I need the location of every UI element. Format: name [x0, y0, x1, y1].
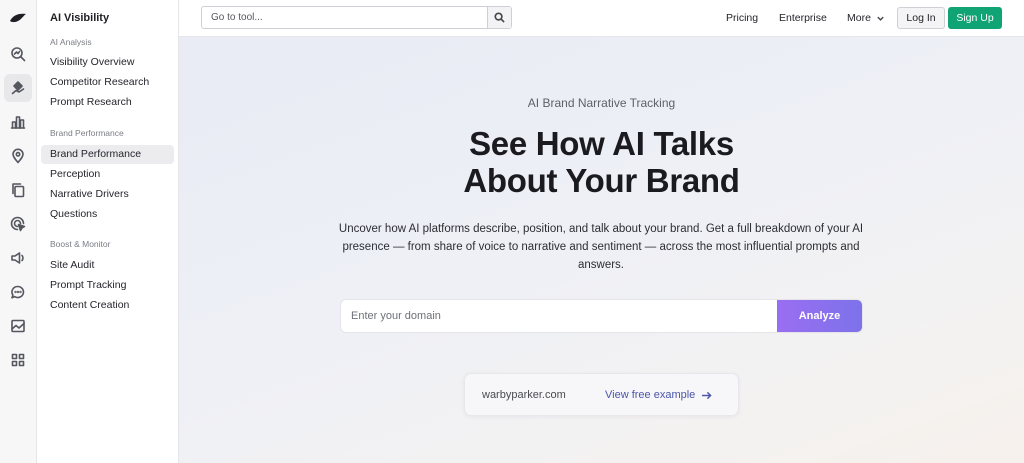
nav-more[interactable]: More — [847, 0, 885, 37]
headline-line-2: About Your Brand — [463, 162, 740, 199]
sidebar-item-content-creation[interactable]: Content Creation — [41, 296, 174, 315]
analytics-search-icon[interactable] — [4, 40, 32, 68]
tool-search — [201, 6, 512, 29]
example-domain: warbyparker.com — [482, 389, 566, 401]
hero-eyebrow: AI Brand Narrative Tracking — [527, 96, 676, 110]
tool-search-input[interactable] — [202, 7, 488, 28]
sidebar-item-narrative-drivers[interactable]: Narrative Drivers — [41, 185, 174, 204]
magnifier-icon — [494, 12, 505, 23]
chat-bubble-icon[interactable] — [4, 278, 32, 306]
target-cursor-icon[interactable] — [4, 210, 32, 238]
chevron-down-icon — [877, 16, 884, 21]
sidebar-title: AI Visibility — [50, 12, 110, 24]
analyze-button[interactable]: Analyze — [777, 300, 862, 332]
sidebar-item-site-audit[interactable]: Site Audit — [41, 256, 174, 275]
nav-more-label: More — [847, 12, 871, 24]
hero-description: Uncover how AI platforms describe, posit… — [338, 223, 864, 271]
copy-pages-icon[interactable] — [4, 176, 32, 204]
grid-apps-icon[interactable] — [4, 346, 32, 374]
view-example-label: View free example — [605, 389, 696, 401]
hero-headline: See How AI Talks About Your Brand — [179, 125, 1024, 199]
sidebar-item-competitor-research[interactable]: Competitor Research — [41, 73, 174, 92]
sidebar-item-brand-performance[interactable]: Brand Performance — [41, 145, 174, 164]
bird-logo-icon[interactable] — [8, 10, 28, 26]
view-example-link[interactable]: View free example — [605, 374, 712, 417]
nav-enterprise[interactable]: Enterprise — [779, 0, 827, 37]
login-button[interactable]: Log In — [897, 7, 945, 29]
headline-line-1: See How AI Talks — [469, 125, 734, 162]
example-card: warbyparker.com View free example — [464, 373, 739, 416]
domain-form: Analyze — [340, 299, 863, 333]
arrow-right-icon — [702, 391, 712, 399]
nav-pricing[interactable]: Pricing — [726, 0, 758, 37]
search-button[interactable] — [487, 7, 511, 28]
location-pin-icon[interactable] — [4, 142, 32, 170]
section-label-boost-monitor: Boost & Monitor — [50, 239, 111, 249]
domain-input[interactable] — [341, 300, 778, 332]
image-chart-icon[interactable] — [4, 312, 32, 340]
bar-chart-icon[interactable] — [4, 108, 32, 136]
megaphone-icon[interactable] — [4, 244, 32, 272]
section-label-ai-analysis: AI Analysis — [50, 37, 92, 47]
sidebar-item-prompt-research[interactable]: Prompt Research — [41, 93, 174, 112]
sidebar-nav: AI Visibility AI Analysis Visibility Ove… — [37, 0, 179, 463]
top-bar: Pricing Enterprise More Log In Sign Up — [179, 0, 1024, 37]
icon-rail — [0, 0, 37, 463]
ai-visibility-icon[interactable] — [4, 74, 32, 102]
sidebar-item-prompt-tracking[interactable]: Prompt Tracking — [41, 276, 174, 295]
hero-section: AI Brand Narrative Tracking See How AI T… — [179, 37, 1024, 463]
sidebar-item-questions[interactable]: Questions — [41, 205, 174, 224]
signup-button[interactable]: Sign Up — [948, 7, 1002, 29]
section-label-brand-performance: Brand Performance — [50, 128, 124, 138]
sidebar-item-perception[interactable]: Perception — [41, 165, 174, 184]
sidebar-item-visibility-overview[interactable]: Visibility Overview — [41, 53, 174, 72]
